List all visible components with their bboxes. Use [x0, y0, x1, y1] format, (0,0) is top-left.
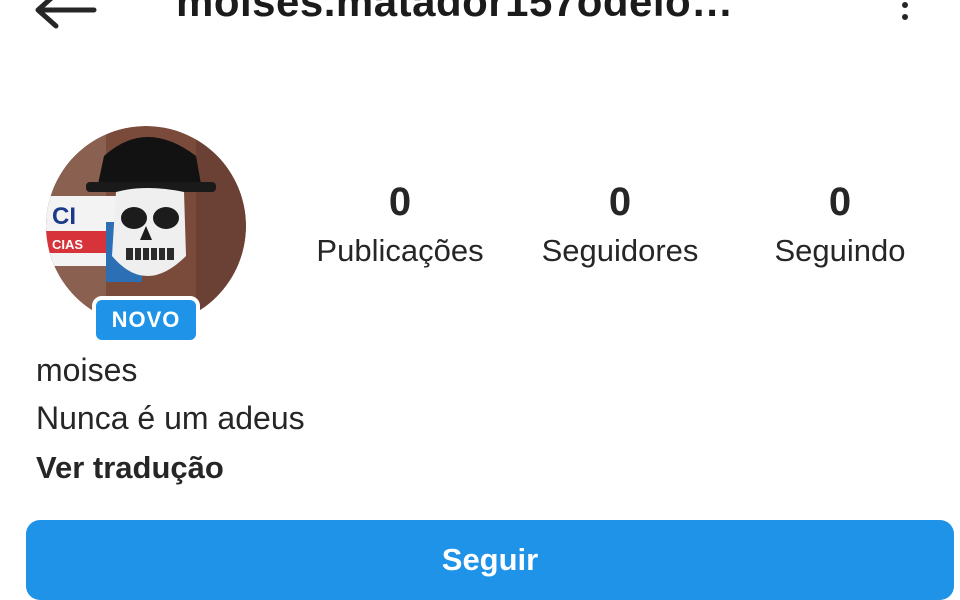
svg-text:CIAS: CIAS [52, 237, 83, 252]
see-translation-link[interactable]: Ver tradução [36, 450, 224, 486]
new-account-badge: NOVO [92, 296, 200, 344]
stat-posts-label: Publicações [316, 233, 484, 268]
stat-followers-label: Seguidores [541, 233, 699, 268]
follow-button[interactable]: Seguir [26, 520, 954, 600]
more-options-button[interactable] [888, 0, 922, 40]
top-bar: moises.matador157odelo… [0, 0, 960, 60]
stat-followers-count: 0 [608, 180, 632, 224]
stat-posts[interactable]: 0 Publicações [290, 178, 510, 270]
menu-dot [902, 2, 908, 8]
stat-following-label: Seguindo [774, 233, 906, 268]
profile-bio: Nunca é um adeus [36, 400, 305, 436]
stat-following[interactable]: 0 Seguindo [730, 178, 950, 270]
stat-posts-count: 0 [388, 180, 412, 224]
profile-display-name: moises [36, 352, 138, 388]
menu-dot [902, 14, 908, 20]
stat-following-count: 0 [828, 180, 852, 224]
back-button[interactable] [30, 0, 100, 34]
stat-followers[interactable]: 0 Seguidores [510, 178, 730, 270]
arrow-left-icon [35, 0, 97, 29]
profile-username-title: moises.matador157odelo… [176, 0, 734, 25]
svg-text:CI: CI [52, 203, 76, 230]
